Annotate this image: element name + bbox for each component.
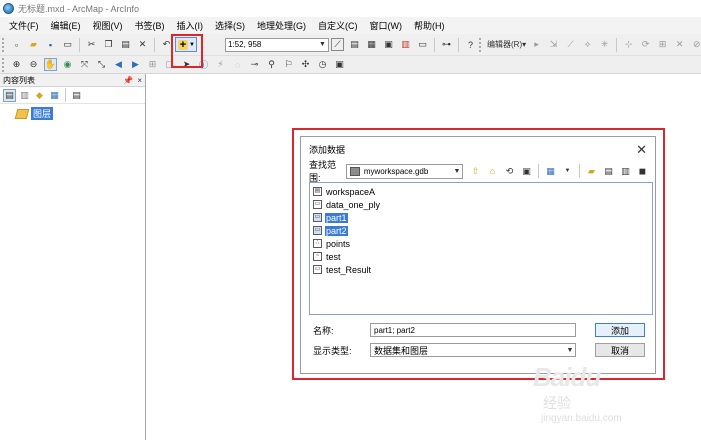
menu-customize[interactable]: 自定义(C) <box>312 19 364 32</box>
reshape-icon[interactable]: ✳ <box>598 38 611 51</box>
menu-insert[interactable]: 插入(I) <box>171 19 210 32</box>
rotate-icon[interactable]: ⟳ <box>639 38 652 51</box>
arcmap-app-icon <box>3 3 14 14</box>
find-route-icon[interactable]: ⚐ <box>282 58 295 71</box>
map-scale-combobox[interactable]: 1:52, 958 ▼ <box>225 37 329 52</box>
menu-geoprocessing[interactable]: 地理处理(G) <box>251 19 312 32</box>
list-by-drawing-order-icon[interactable]: ▤ <box>3 88 16 102</box>
menu-selection[interactable]: 选择(S) <box>209 19 251 32</box>
watermark-text: 经验 <box>543 395 571 411</box>
chevron-down-icon[interactable]: ▼ <box>317 39 328 51</box>
delete-icon[interactable]: ✕ <box>136 38 149 51</box>
print-icon[interactable]: ▭ <box>61 38 74 51</box>
tools-toolbar: ⊕ ⊖ ✋ ◉ ⤧ ⤡ ◀ ▶ ⊞ ▢ ➤ ⓘ ⚡ ◌ ⊸ ⚲ ⚐ ✣ ◷ ▣ <box>0 56 701 74</box>
search-window-icon[interactable]: ▣ <box>382 38 395 51</box>
zoom-in-icon[interactable]: ⊕ <box>10 58 23 71</box>
html-popup-icon[interactable]: ◌ <box>231 58 244 71</box>
paste-icon[interactable]: ▤ <box>119 38 132 51</box>
measure-icon[interactable]: ⊸ <box>248 58 261 71</box>
map-scale-value: 1:52, 958 <box>228 40 262 49</box>
edit-tool-icon[interactable]: ▸ <box>530 38 543 51</box>
new-document-icon[interactable]: ▫ <box>10 38 23 51</box>
full-extent-icon[interactable]: ◉ <box>61 58 74 71</box>
table-of-contents-panel: 内容列表 📌 × ▤ ▥ ◆ ▦ ▤ 图层 <box>0 74 146 440</box>
arctoolbox-icon[interactable]: ▥ <box>399 38 412 51</box>
layers-data-frame[interactable]: 图层 <box>14 107 145 120</box>
toolbar-separator <box>79 37 80 52</box>
toc-header: 内容列表 📌 × <box>0 74 145 87</box>
toolbar-grip[interactable] <box>2 37 5 52</box>
pin-icon[interactable]: 📌 <box>123 76 133 85</box>
toolbar-grip[interactable] <box>479 37 482 52</box>
create-features-icon[interactable]: ⊘ <box>690 38 701 51</box>
cut-icon[interactable]: ✂ <box>85 38 98 51</box>
help-icon[interactable]: ? <box>464 38 477 51</box>
list-by-visibility-icon[interactable]: ◆ <box>33 89 46 102</box>
go-to-xy-icon[interactable]: ✣ <box>299 58 312 71</box>
layers-label: 图层 <box>31 107 54 120</box>
toc-title: 内容列表 <box>3 75 35 85</box>
split-icon[interactable]: ⊹ <box>622 38 635 51</box>
straight-segment-icon[interactable]: ⟋ <box>564 38 577 51</box>
menu-edit[interactable]: 编辑(E) <box>45 19 87 32</box>
copy-icon[interactable]: ❐ <box>102 38 115 51</box>
menu-file[interactable]: 文件(F) <box>3 19 45 32</box>
editor-menu-icon: 编辑器(R)▾ <box>487 40 527 49</box>
pan-hand-icon[interactable]: ✋ <box>44 58 57 71</box>
fixed-zoom-in-icon[interactable]: ⤧ <box>78 58 91 71</box>
standard-toolbar: ▫ ▰ ▪ ▭ ✂ ❐ ▤ ✕ ↶ ↷ 1:52, 958 ▼ ⟋ ▤ ▦ ▣ … <box>0 34 701 56</box>
menu-bookmarks[interactable]: 书签(B) <box>129 19 171 32</box>
edit-annotation-icon[interactable]: ⇲ <box>547 38 560 51</box>
fixed-zoom-out-icon[interactable]: ⤡ <box>95 58 108 71</box>
options-icon[interactable]: ▤ <box>70 89 83 102</box>
back-extent-icon[interactable]: ◀ <box>112 58 125 71</box>
table-of-contents-window-icon[interactable]: ▤ <box>348 38 361 51</box>
zoom-out-icon[interactable]: ⊖ <box>27 58 40 71</box>
window-title: 无标题.mxd - ArcMap - ArcInfo <box>18 4 140 14</box>
vertices-icon[interactable]: ⟡ <box>581 38 594 51</box>
attributes-icon[interactable]: ⊞ <box>656 38 669 51</box>
add-data-highlight-box <box>171 34 203 68</box>
toolbar-grip[interactable] <box>2 57 5 72</box>
menu-view[interactable]: 视图(V) <box>87 19 129 32</box>
create-viewer-window-icon[interactable]: ▣ <box>333 58 346 71</box>
menubar: 文件(F) 编辑(E) 视图(V) 书签(B) 插入(I) 选择(S) 地理处理… <box>0 17 701 34</box>
save-icon[interactable]: ▪ <box>44 38 57 51</box>
toolbar-separator <box>65 88 66 102</box>
find-icon[interactable]: ⚲ <box>265 58 278 71</box>
toc-window-controls: 📌 × <box>123 76 142 85</box>
toc-toolbar: ▤ ▥ ◆ ▦ ▤ <box>0 87 145 104</box>
forward-extent-icon[interactable]: ▶ <box>129 58 142 71</box>
layers-icon <box>14 108 30 119</box>
python-window-icon[interactable]: ▭ <box>416 38 429 51</box>
close-icon[interactable]: × <box>137 76 142 85</box>
sketch-properties-icon[interactable]: ✕ <box>673 38 686 51</box>
toolbar-separator <box>616 37 618 52</box>
baidu-watermark: Baidu 经验 jingyan.baidu.com <box>533 362 663 432</box>
toolbar-separator <box>154 37 155 52</box>
watermark-url: jingyan.baidu.com <box>541 413 622 424</box>
catalog-window-icon[interactable]: ▦ <box>365 38 378 51</box>
menu-help[interactable]: 帮助(H) <box>408 19 451 32</box>
dialog-highlight-box <box>292 128 665 380</box>
time-slider-icon[interactable]: ◷ <box>316 58 329 71</box>
open-folder-icon[interactable]: ▰ <box>27 38 40 51</box>
editor-toolbar-icon[interactable]: ⟋ <box>331 38 344 51</box>
menu-windows[interactable]: 窗口(W) <box>364 19 409 32</box>
toolbar-separator <box>458 37 459 52</box>
model-builder-icon[interactable]: ⊶ <box>440 38 453 51</box>
select-by-graphics-icon[interactable]: ⊞ <box>146 58 159 71</box>
window-titlebar: 无标题.mxd - ArcMap - ArcInfo <box>0 0 701 17</box>
list-by-selection-icon[interactable]: ▦ <box>48 89 61 102</box>
list-by-source-icon[interactable]: ▥ <box>18 89 31 102</box>
toolbar-separator <box>434 37 435 52</box>
hyperlink-icon[interactable]: ⚡ <box>214 58 227 71</box>
watermark-logo: Baidu <box>533 362 601 392</box>
